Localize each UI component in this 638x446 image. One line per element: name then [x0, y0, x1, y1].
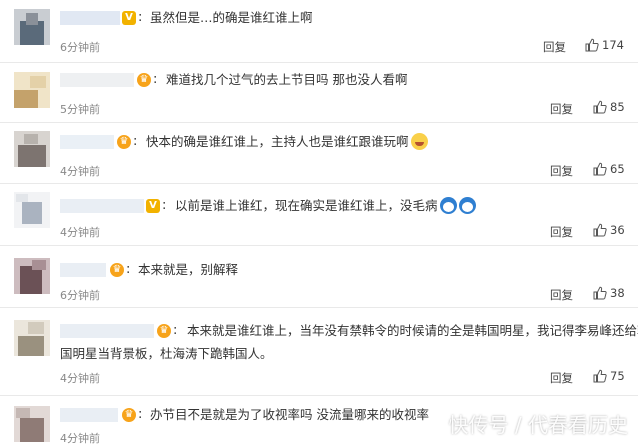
thumbs-up-icon — [593, 100, 607, 114]
thumbs-up-icon — [585, 38, 599, 52]
doraemon-emoji-icon — [458, 197, 476, 214]
comment-item: ♛ : 难道找几个过气的去上节目吗 那也没人看啊 5分钟前 回复 85 — [0, 63, 638, 123]
like-button[interactable]: 36 — [593, 223, 625, 237]
comment-text: 难道找几个过气的去上节目吗 那也没人看啊 — [166, 72, 408, 87]
comment-text-body: 以前是谁上谁红，现在确实是谁红谁上，没毛病 — [175, 198, 438, 213]
vip-badge-icon: V — [122, 11, 136, 25]
like-count: 38 — [610, 286, 625, 300]
vip-badge-icon: V — [146, 199, 160, 213]
username-blurred[interactable] — [60, 263, 106, 277]
comment-text: 以前是谁上谁红，现在确实是谁红谁上，没毛病 — [175, 195, 476, 216]
like-button[interactable]: 85 — [593, 100, 625, 114]
comment-item: V : 以前是谁上谁红，现在确实是谁红谁上，没毛病 4分钟前 回复 36 — [0, 184, 638, 246]
comment-time: 4分钟前 — [60, 432, 100, 445]
doraemon-emoji-icon — [439, 197, 457, 214]
comment-time: 4分钟前 — [60, 372, 100, 385]
laugh-emoji-icon — [410, 133, 428, 150]
comment-time: 4分钟前 — [60, 226, 100, 239]
comment-item: ♛ : 快本的确是谁红谁上，主持人也是谁红跟谁玩啊 4分钟前 回复 65 — [0, 123, 638, 184]
username-blurred[interactable] — [60, 324, 154, 338]
comment-time: 6分钟前 — [60, 289, 100, 302]
crown-badge-icon: ♛ — [110, 263, 124, 277]
reply-button[interactable]: 回复 — [550, 163, 573, 179]
crown-badge-icon: ♛ — [122, 408, 136, 422]
colon-separator: : — [133, 134, 138, 149]
like-count: 85 — [610, 100, 625, 114]
username-blurred[interactable] — [60, 73, 134, 87]
avatar[interactable] — [14, 72, 50, 108]
like-button[interactable]: 75 — [593, 369, 625, 383]
avatar[interactable] — [14, 406, 50, 442]
comment-item: V : 虽然但是…的确是谁红谁上啊 6分钟前 回复 174 — [0, 0, 638, 63]
comment-text: 本来就是谁红谁上，当年没有禁韩令的时候请的全是韩国明星，我记得李易峰还给韩 — [187, 323, 638, 338]
comment-item: ♛ : 本来就是，别解释 6分钟前 回复 38 — [0, 246, 638, 308]
username-blurred[interactable] — [60, 408, 118, 422]
like-button[interactable]: 38 — [593, 286, 625, 300]
username-blurred[interactable] — [60, 199, 144, 213]
reply-button[interactable]: 回复 — [543, 39, 566, 55]
thumbs-up-icon — [593, 223, 607, 237]
like-count: 75 — [610, 369, 625, 383]
comment-text-body: 快本的确是谁红谁上，主持人也是谁红跟谁玩啊 — [146, 134, 409, 149]
crown-badge-icon: ♛ — [117, 135, 131, 149]
comment-text: 本来就是，别解释 — [138, 262, 239, 277]
comment-text: 快本的确是谁红谁上，主持人也是谁红跟谁玩啊 — [146, 131, 428, 152]
like-button[interactable]: 65 — [593, 162, 625, 176]
thumbs-up-icon — [593, 162, 607, 176]
comment-text: 办节目不是就是为了收视率吗 没流量哪来的收视率 — [150, 407, 429, 422]
watermark-text: 快传号 / 代春看历史 — [448, 413, 628, 437]
comment-time: 6分钟前 — [60, 41, 100, 54]
reply-button[interactable]: 回复 — [550, 101, 573, 117]
avatar[interactable] — [14, 258, 50, 294]
reply-button[interactable]: 回复 — [550, 287, 573, 303]
crown-badge-icon: ♛ — [157, 324, 171, 338]
thumbs-up-icon — [593, 369, 607, 383]
comment-text: 虽然但是…的确是谁红谁上啊 — [150, 10, 313, 25]
avatar[interactable] — [14, 192, 50, 228]
username-blurred[interactable] — [60, 11, 120, 25]
avatar[interactable] — [14, 320, 50, 356]
comment-item: ♛ : 本来就是谁红谁上，当年没有禁韩令的时候请的全是韩国明星，我记得李易峰还给… — [0, 308, 638, 396]
comment-text-line2: 国明星当背景板，杜海涛下跪韩国人。 — [60, 346, 273, 361]
crown-badge-icon: ♛ — [137, 73, 151, 87]
reply-button[interactable]: 回复 — [550, 224, 573, 240]
colon-separator: : — [126, 262, 131, 277]
comment-time: 5分钟前 — [60, 103, 100, 116]
username-blurred[interactable] — [60, 135, 114, 149]
avatar[interactable] — [14, 9, 50, 45]
like-count: 174 — [602, 38, 624, 52]
comment-time: 4分钟前 — [60, 165, 100, 178]
colon-separator: : — [162, 198, 167, 213]
reply-button[interactable]: 回复 — [550, 370, 573, 386]
avatar[interactable] — [14, 131, 50, 167]
like-button[interactable]: 174 — [585, 38, 624, 52]
thumbs-up-icon — [593, 286, 607, 300]
colon-separator: : — [138, 10, 143, 25]
colon-separator: : — [173, 323, 178, 338]
colon-separator: : — [138, 407, 143, 422]
colon-separator: : — [153, 72, 158, 87]
like-count: 65 — [610, 162, 625, 176]
like-count: 36 — [610, 223, 625, 237]
